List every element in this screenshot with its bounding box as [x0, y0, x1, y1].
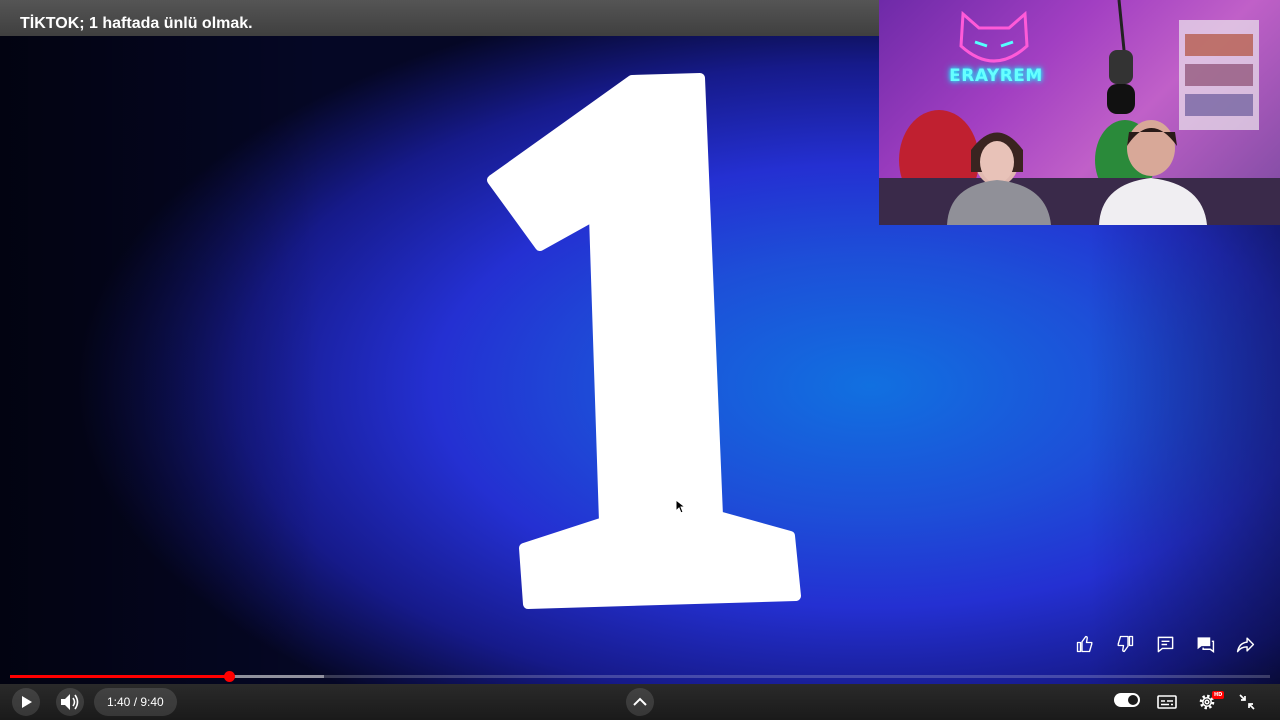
subtitles-button[interactable] — [1153, 688, 1181, 716]
like-button[interactable] — [1074, 633, 1096, 655]
chevron-up-icon — [633, 697, 647, 706]
cat-neon-logo-icon — [959, 10, 1029, 63]
share-button[interactable] — [1234, 633, 1256, 655]
comment-icon — [1157, 636, 1173, 652]
comments-button[interactable] — [1154, 633, 1176, 655]
mouse-cursor-icon — [676, 500, 686, 514]
dislike-button[interactable] — [1114, 633, 1136, 655]
exit-fullscreen-button[interactable] — [1233, 688, 1261, 716]
volume-icon — [61, 694, 79, 710]
exit-fullscreen-icon — [1239, 694, 1255, 710]
webcam-overlay: ERAYREM — [879, 0, 1280, 225]
hd-badge: HD — [1212, 691, 1225, 699]
action-bar — [1074, 633, 1256, 655]
title-bar: TİKTOK; 1 haftada ünlü olmak. — [0, 0, 880, 36]
control-bar: 1:40 / 9:40 HD — [0, 684, 1280, 720]
autoplay-toggle-knob — [1128, 695, 1138, 705]
progress-bar[interactable] — [10, 671, 1270, 682]
subtitles-icon — [1157, 695, 1177, 709]
share-icon — [1236, 636, 1254, 652]
play-button[interactable] — [12, 688, 40, 716]
dislike-icon — [1117, 635, 1134, 653]
video-title: TİKTOK; 1 haftada ünlü olmak. — [20, 15, 253, 32]
chat-icon — [1197, 636, 1214, 653]
time-display: 1:40 / 9:40 — [94, 688, 177, 716]
autoplay-toggle[interactable] — [1114, 693, 1140, 707]
play-icon — [22, 696, 32, 708]
chat-button[interactable] — [1194, 633, 1216, 655]
volume-button[interactable] — [56, 688, 84, 716]
progress-played — [10, 675, 230, 678]
neon-sign-text: ERAYREM — [949, 66, 1043, 86]
expand-up-button[interactable] — [626, 688, 654, 716]
webcam-scene — [879, 0, 1280, 225]
like-icon — [1076, 635, 1093, 653]
